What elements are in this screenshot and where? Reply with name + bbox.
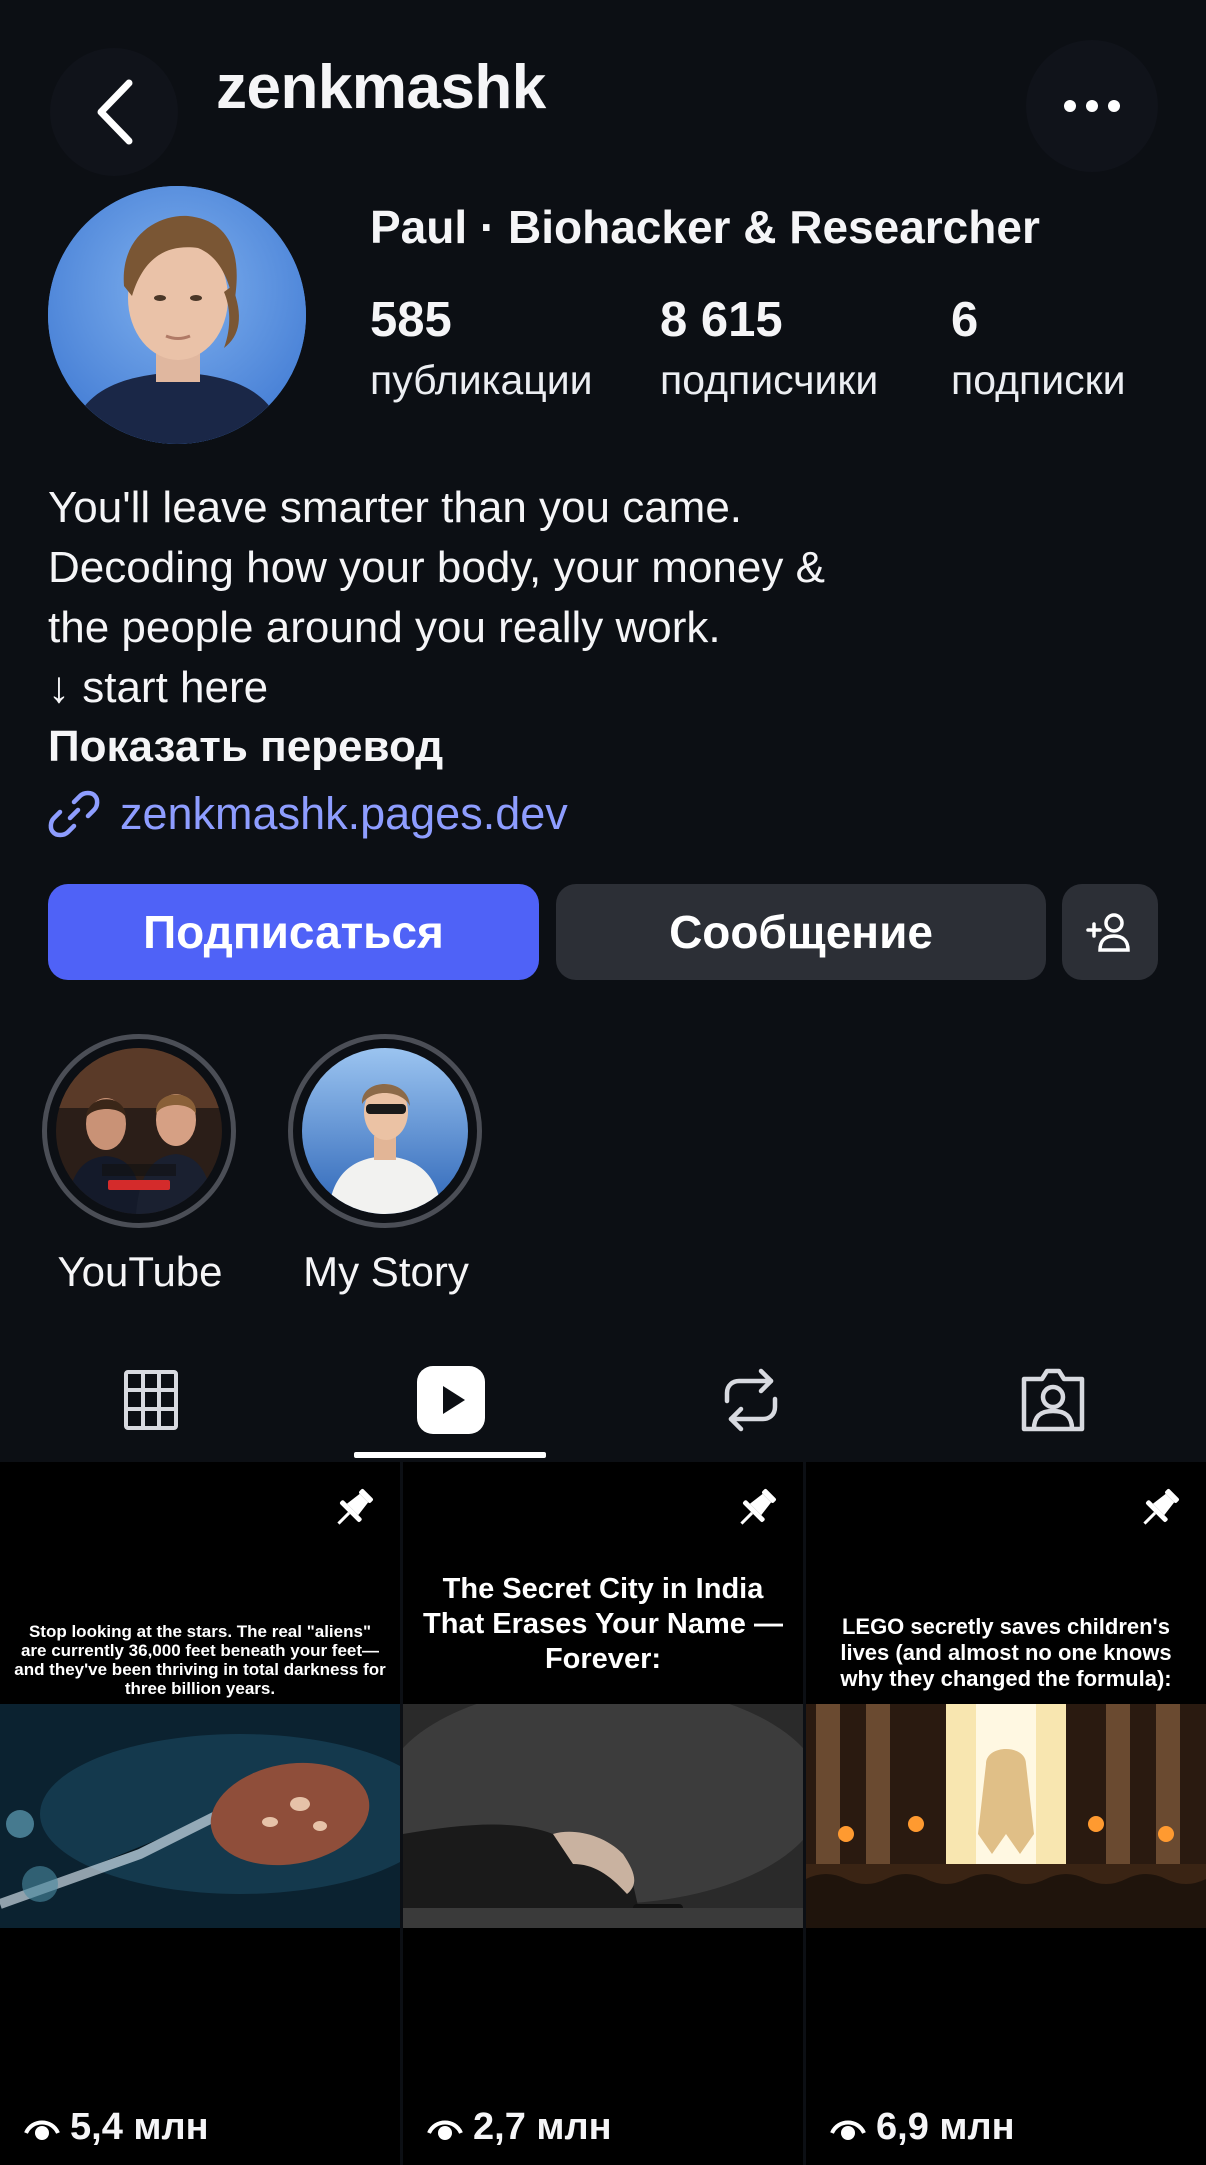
display-name: Paul · Biohacker & Researcher xyxy=(370,201,1040,253)
reel-tile[interactable]: The Secret City in India That Erases You… xyxy=(403,1462,803,2165)
reel-views: 6,9 млн xyxy=(830,2106,1015,2149)
reel-thumbnail xyxy=(403,1704,803,1928)
profile-link[interactable]: zenkmashk.pages.dev xyxy=(48,782,568,846)
reel-views: 2,7 млн xyxy=(427,2106,612,2149)
profile-link-text: zenkmashk.pages.dev xyxy=(120,788,568,839)
suggested-users-button[interactable] xyxy=(1062,884,1158,980)
bio-line: You'll leave smarter than you came. xyxy=(48,483,743,532)
stat-following[interactable]: 6 подписки xyxy=(951,292,1125,408)
reel-caption: LEGO secretly saves children's lives (an… xyxy=(840,1614,1172,1691)
highlight-ring xyxy=(42,1034,236,1228)
pin-icon xyxy=(1143,1489,1179,1525)
reel-tile[interactable]: Stop looking at the stars. The real "ali… xyxy=(0,1462,400,2165)
reel-caption: The Secret City in India That Erases You… xyxy=(423,1573,783,1675)
repost-icon xyxy=(724,1368,777,1432)
back-button[interactable] xyxy=(50,48,178,176)
chevron-left-icon xyxy=(97,79,133,145)
highlight-my-story[interactable]: My Story xyxy=(288,1034,484,1296)
followers-count: 8 615 xyxy=(660,293,783,347)
reel-thumbnail xyxy=(806,1704,1206,1928)
more-options-button[interactable] xyxy=(1026,40,1158,172)
profile-bio: You'll leave smarter than you came. Deco… xyxy=(48,478,1148,718)
reel-views-count: 5,4 млн xyxy=(70,2106,209,2148)
highlight-youtube[interactable]: YouTube xyxy=(42,1034,238,1296)
bio-line: Decoding how your body, your money & xyxy=(48,543,825,592)
top-bar: zenkmashk xyxy=(0,0,1206,180)
link-icon xyxy=(48,790,100,838)
reel-thumbnail xyxy=(0,1704,400,1928)
stat-followers[interactable]: 8 615 подписчики xyxy=(660,292,878,408)
highlight-cover xyxy=(56,1048,222,1214)
reel-tile[interactable]: LEGO secretly saves children's lives (an… xyxy=(806,1462,1206,2165)
posts-count: 585 xyxy=(370,293,452,347)
pin-icon xyxy=(740,1489,776,1525)
pin-icon xyxy=(337,1489,373,1525)
profile-username: zenkmashk xyxy=(216,53,546,122)
views-eye-icon xyxy=(427,2120,463,2140)
bio-line: ↓ start here xyxy=(48,663,269,712)
reel-views-count: 2,7 млн xyxy=(473,2106,612,2148)
follow-button[interactable]: Подписаться xyxy=(48,884,539,980)
highlight-label: YouTube xyxy=(57,1248,223,1295)
stat-posts[interactable]: 585 публикации xyxy=(370,292,593,408)
grid-icon xyxy=(123,1370,178,1430)
reels-icon xyxy=(416,1366,485,1434)
reel-views-count: 6,9 млн xyxy=(876,2106,1015,2148)
highlight-ring xyxy=(288,1034,482,1228)
views-eye-icon xyxy=(830,2120,866,2140)
views-eye-icon xyxy=(24,2120,60,2140)
posts-label: публикации xyxy=(370,357,593,403)
profile-avatar[interactable] xyxy=(48,186,306,444)
reel-views: 5,4 млн xyxy=(24,2106,209,2149)
tab-tagged[interactable] xyxy=(902,1340,1203,1460)
avatar-photo xyxy=(48,186,306,444)
bio-line: the people around you really work. xyxy=(48,603,721,652)
tab-reels[interactable] xyxy=(300,1340,601,1460)
followers-label: подписчики xyxy=(660,357,879,403)
show-translation-link[interactable]: Показать перевод xyxy=(48,722,443,772)
add-user-icon xyxy=(1086,913,1130,952)
tab-reposts[interactable] xyxy=(600,1340,901,1460)
following-label: подписки xyxy=(951,357,1126,403)
highlight-cover xyxy=(302,1048,468,1214)
reel-caption: Stop looking at the stars. The real "ali… xyxy=(14,1622,386,1698)
message-button[interactable]: Сообщение xyxy=(556,884,1046,980)
reels-grid: Stop looking at the stars. The real "ali… xyxy=(0,1462,1206,2165)
profile-tabs xyxy=(0,1340,1206,1460)
tagged-user-icon xyxy=(1021,1368,1084,1432)
highlight-label: My Story xyxy=(303,1248,469,1295)
more-dots-icon xyxy=(1064,100,1120,112)
following-count: 6 xyxy=(951,293,979,347)
tab-grid[interactable] xyxy=(0,1340,301,1460)
active-tab-indicator xyxy=(354,1452,546,1458)
